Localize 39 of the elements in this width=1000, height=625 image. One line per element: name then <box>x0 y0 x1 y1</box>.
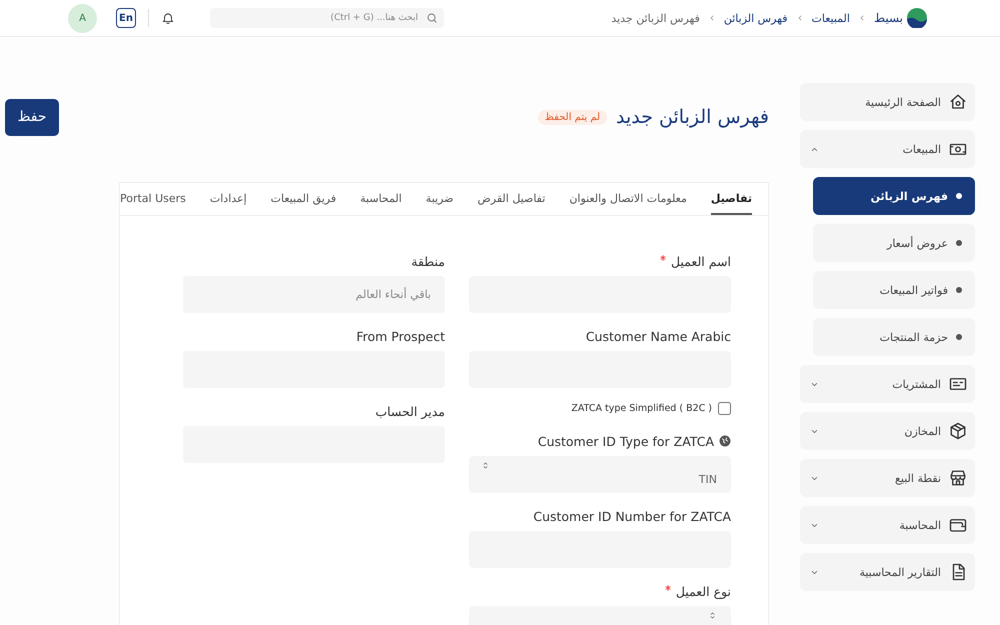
field-label: Customer ID Number for ZATCA <box>533 508 731 524</box>
tab[interactable]: ضريبة <box>426 183 454 215</box>
field-label: مدير الحساب <box>375 404 445 418</box>
sidebar-subitem[interactable]: حزمة المنتجات <box>813 318 975 356</box>
field-label: Customer Name Arabic <box>586 328 731 344</box>
field-label: From Prospect <box>356 328 445 344</box>
sidebar-subitem[interactable]: فواتير المبيعات <box>813 271 975 309</box>
sidebar-subitem[interactable]: عروض أسعار <box>813 224 975 262</box>
tab[interactable]: تفاصيل القرض <box>478 183 546 215</box>
sidebar-item[interactable]: المخازن <box>800 412 975 450</box>
tab[interactable]: إعدادات <box>210 183 247 215</box>
save-button[interactable]: حفظ <box>4 98 59 136</box>
tab[interactable]: فريق المبيعات <box>270 183 336 215</box>
field-label: منطقة <box>411 254 445 268</box>
tab[interactable]: Portal Users <box>120 183 186 215</box>
field-label: Customer ID Type for ZATCA <box>538 434 714 448</box>
sidebar-item[interactable]: المحاسبة <box>800 506 975 544</box>
sidebar-item[interactable]: التقارير المحاسبية <box>800 553 975 591</box>
tab[interactable]: تفاصيل <box>710 183 752 215</box>
sidebar-item[interactable]: المشتريات <box>800 365 975 403</box>
breadcrumb-link[interactable]: المبيعات <box>812 12 850 24</box>
breadcrumb-current: فهرس الزبائن جديد <box>611 12 700 24</box>
search-field[interactable]: ابحث هنا... (Ctrl + G) <box>210 8 444 28</box>
sidebar-item[interactable]: نقطة البيع <box>800 459 975 497</box>
sidebar-item[interactable]: المبيعات <box>800 130 975 168</box>
sidebar-subitem[interactable]: فهرس الزبائن <box>813 177 975 215</box>
field-label: نوع العميل <box>676 584 731 598</box>
field-label: اسم العميل <box>670 254 731 268</box>
avatar[interactable]: A <box>68 4 97 32</box>
page-title: فهرس الزبائن جديد <box>616 106 769 128</box>
sidebar-item[interactable]: الصفحة الرئيسية <box>800 83 975 121</box>
brand-link[interactable]: بسيط <box>874 11 903 25</box>
tab[interactable]: معلومات الاتصال والعنوان <box>569 183 687 215</box>
breadcrumb-link[interactable]: فهرس الزبائن <box>724 12 788 24</box>
status-badge: لم يتم الحفظ <box>538 110 608 124</box>
language-button[interactable]: En <box>116 8 136 28</box>
tab[interactable]: المحاسبة <box>360 183 402 215</box>
checkbox-label: ZATCA type Simplified ( B2C ) <box>571 402 712 414</box>
select-field[interactable]: TIN <box>469 456 731 493</box>
